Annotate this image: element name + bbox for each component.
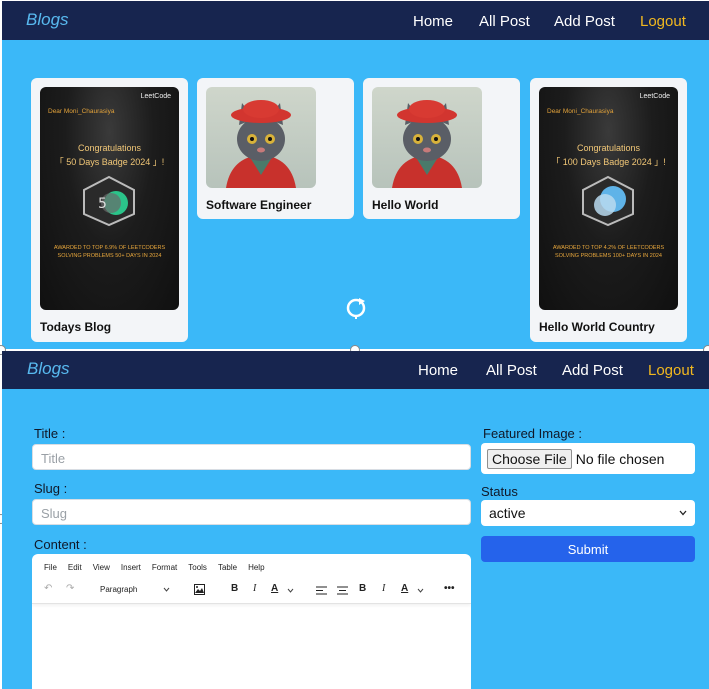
menu-help[interactable]: Help <box>248 563 264 572</box>
menu-table[interactable]: Table <box>218 563 237 572</box>
badge-title: 「 50 Days Badge 2024 」! <box>54 157 165 167</box>
post-card[interactable]: LeetCode Dear Moni_Chaurasiya Congratula… <box>31 78 188 342</box>
badge-greeting: Dear Moni_Chaurasiya <box>48 108 115 115</box>
align-center-icon[interactable] <box>337 586 348 595</box>
bold-icon-2[interactable]: B <box>359 583 366 594</box>
top-nav-logout[interactable]: Logout <box>640 13 686 30</box>
top-nav-add-post[interactable]: Add Post <box>554 13 615 30</box>
leetcode-badge-image: LeetCode Dear Moni_Chaurasiya Congratula… <box>40 87 179 310</box>
bottom-nav-all-post[interactable]: All Post <box>486 362 537 379</box>
post-thumbnail <box>372 87 482 188</box>
top-nav-home[interactable]: Home <box>413 13 453 30</box>
chevron-down-icon[interactable] <box>417 588 424 593</box>
submit-button[interactable]: Submit <box>481 536 695 562</box>
badge-congrats: Congratulations <box>77 143 142 153</box>
post-thumbnail: LeetCode Dear Moni_Chaurasiya Congratula… <box>40 87 179 310</box>
menu-format[interactable]: Format <box>152 563 177 572</box>
bottom-nav-logout[interactable]: Logout <box>648 362 694 379</box>
title-label: Title : <box>34 426 66 441</box>
leetcode-badge-image: LeetCode Dear Moni_Chaurasiya Congratula… <box>539 87 678 310</box>
menu-tools[interactable]: Tools <box>188 563 207 572</box>
bottom-nav-add-post[interactable]: Add Post <box>562 362 623 379</box>
choose-file-button[interactable]: Choose File <box>487 448 572 469</box>
align-left-icon[interactable] <box>316 586 327 595</box>
badge-award-text: AWARDED TO TOP 6.9% OF LEETCODERS SOLVIN… <box>53 245 166 259</box>
bottom-brand-logo[interactable]: Blogs <box>27 359 70 379</box>
bottom-navbar: Blogs Home All Post Add Post Logout <box>2 351 709 389</box>
status-select[interactable]: active <box>481 500 695 526</box>
text-color-icon-2[interactable]: A <box>401 583 408 594</box>
svg-text:5: 5 <box>98 196 107 212</box>
post-card[interactable]: Hello World <box>363 78 520 219</box>
top-navbar: Blogs Home All Post Add Post Logout <box>2 1 709 40</box>
editor-toolbar: ↶ ↷ Paragraph B I A B I A ••• <box>32 578 471 604</box>
menu-file[interactable]: File <box>44 563 57 572</box>
content-editor[interactable]: File Edit View Insert Format Tools Table… <box>32 554 471 689</box>
editor-menubar: File Edit View Insert Format Tools Table… <box>44 563 265 572</box>
badge-award-text: AWARDED TO TOP 4.2% OF LEETCODERS SOLVIN… <box>552 245 665 259</box>
cat-photo-image <box>206 87 316 188</box>
rotate-handle-icon[interactable] <box>345 297 367 319</box>
badge-congrats: Congratulations <box>576 143 641 153</box>
italic-icon[interactable]: I <box>253 583 256 594</box>
menu-insert[interactable]: Insert <box>121 563 141 572</box>
badge-emblem-icon <box>582 175 634 227</box>
menu-view[interactable]: View <box>93 563 110 572</box>
bold-icon[interactable]: B <box>231 583 238 594</box>
status-value: active <box>489 505 526 521</box>
post-title[interactable]: Todays Blog <box>40 320 111 334</box>
post-thumbnail <box>206 87 316 188</box>
post-card[interactable]: LeetCode Dear Moni_Chaurasiya Congratula… <box>530 78 687 342</box>
chevron-down-icon[interactable] <box>287 588 294 593</box>
leetcode-logo: LeetCode <box>639 93 670 100</box>
more-icon[interactable]: ••• <box>444 583 455 594</box>
paragraph-select[interactable]: Paragraph <box>96 582 174 597</box>
badge-title: 「 100 Days Badge 2024 」! <box>551 157 666 167</box>
top-brand-logo[interactable]: Blogs <box>26 10 69 30</box>
bottom-nav-home[interactable]: Home <box>418 362 458 379</box>
chevron-down-icon <box>163 587 170 592</box>
featured-image-label: Featured Image : <box>483 426 582 441</box>
content-label: Content : <box>34 537 87 552</box>
slug-label: Slug : <box>34 481 68 496</box>
cat-photo-image <box>372 87 482 188</box>
featured-image-input[interactable]: Choose File No file chosen <box>481 443 695 474</box>
leetcode-logo: LeetCode <box>140 93 171 100</box>
italic-icon-2[interactable]: I <box>382 583 385 594</box>
slug-input[interactable]: Slug <box>32 499 471 525</box>
redo-icon[interactable]: ↷ <box>66 583 74 594</box>
text-color-icon[interactable]: A <box>271 583 278 594</box>
menu-edit[interactable]: Edit <box>68 563 82 572</box>
title-input[interactable]: Title <box>32 444 471 470</box>
post-title[interactable]: Hello World <box>372 198 438 212</box>
badge-greeting: Dear Moni_Chaurasiya <box>547 108 614 115</box>
status-label: Status <box>481 484 518 499</box>
undo-icon[interactable]: ↶ <box>44 583 52 594</box>
badge-emblem-icon: 5 <box>83 175 135 227</box>
post-title[interactable]: Hello World Country <box>539 320 655 334</box>
image-icon[interactable] <box>194 584 205 595</box>
post-title[interactable]: Software Engineer <box>206 198 311 212</box>
top-nav-all-post[interactable]: All Post <box>479 13 530 30</box>
file-status-text: No file chosen <box>575 450 665 467</box>
chevron-down-icon <box>679 510 687 516</box>
post-card[interactable]: Software Engineer <box>197 78 354 219</box>
post-thumbnail: LeetCode Dear Moni_Chaurasiya Congratula… <box>539 87 678 310</box>
